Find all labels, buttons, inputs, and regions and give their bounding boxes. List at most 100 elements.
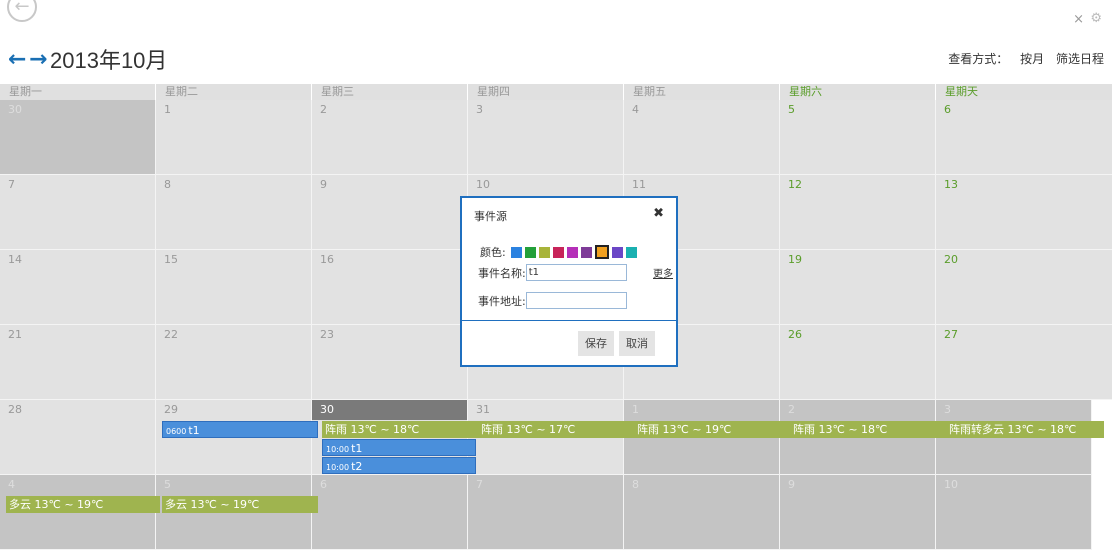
color-swatch[interactable]	[625, 246, 637, 258]
weather-event[interactable]: 多云 13℃ ~ 19℃	[162, 496, 318, 513]
day-cell[interactable]: 7	[0, 175, 156, 250]
weather-event[interactable]: 阵雨 13℃ ~ 18℃	[322, 421, 478, 438]
color-swatch[interactable]	[580, 246, 592, 258]
day-cell[interactable]: 21	[0, 325, 156, 400]
weather-event[interactable]: 多云 13℃ ~ 19℃	[6, 496, 160, 513]
color-label: 颜色:	[480, 246, 506, 259]
day-number: 27	[944, 328, 958, 341]
day-cell[interactable]: 28	[0, 400, 156, 475]
filter-schedule-button[interactable]: 筛选日程	[1056, 52, 1104, 66]
day-cell[interactable]: 9	[780, 475, 936, 550]
gear-icon[interactable]: ⚙	[1090, 11, 1102, 26]
save-button[interactable]: 保存	[578, 331, 614, 356]
day-number: 3	[476, 103, 483, 116]
color-swatch-selected[interactable]	[594, 245, 609, 259]
day-number: 2	[320, 103, 327, 116]
view-by-month-button[interactable]: 按月	[1020, 52, 1044, 66]
day-number: 15	[164, 253, 178, 266]
day-number: 21	[8, 328, 22, 341]
event-url-label: 事件地址:	[478, 294, 526, 308]
view-controls: 查看方式： 按月 筛选日程	[940, 50, 1104, 67]
day-number: 3	[944, 403, 951, 416]
day-cell[interactable]: 2	[312, 100, 468, 175]
event-url-input[interactable]	[525, 292, 627, 309]
day-cell[interactable]: 20	[936, 250, 1112, 325]
calendar-event[interactable]: 10:00 t1	[322, 439, 476, 456]
event-title: t1	[188, 424, 200, 437]
color-swatch[interactable]	[510, 246, 522, 258]
next-month-arrow-icon[interactable]: →	[29, 42, 47, 78]
cancel-button[interactable]: 取消	[619, 331, 655, 356]
weekday-label: 星期三	[312, 84, 468, 100]
day-cell[interactable]: 19	[780, 250, 936, 325]
color-swatch[interactable]	[538, 246, 550, 258]
day-cell[interactable]: 13	[936, 175, 1112, 250]
weather-event[interactable]: 阵雨 13℃ ~ 19℃	[634, 421, 790, 438]
weekday-label: 星期五	[624, 84, 780, 100]
day-cell[interactable]: 22	[156, 325, 312, 400]
event-time: 10:00	[326, 463, 350, 472]
day-cell[interactable]: 26	[780, 325, 936, 400]
day-cell[interactable]: 27	[936, 325, 1112, 400]
event-title: t2	[351, 460, 363, 473]
event-name-row: 事件名称:	[478, 264, 627, 281]
color-swatch[interactable]	[566, 246, 578, 258]
event-time: 0600	[166, 427, 187, 436]
day-number: 5	[788, 103, 795, 116]
event-source-dialog: 事件源 ✖ 颜色: 事件名称: 更多 事件地址: 保存 取消	[460, 196, 678, 367]
day-number: 29	[164, 403, 178, 416]
day-number: 7	[8, 178, 15, 191]
day-number: 10	[944, 478, 958, 491]
dialog-close-icon[interactable]: ✖	[653, 206, 664, 221]
month-title: 2013年10月	[50, 48, 168, 73]
day-cell[interactable]: 8	[624, 475, 780, 550]
day-cell[interactable]: 16	[312, 250, 468, 325]
day-number: 6	[944, 103, 951, 116]
close-icon[interactable]: ×	[1073, 12, 1084, 27]
day-number: 2	[788, 403, 795, 416]
day-cell[interactable]: 6	[312, 475, 468, 550]
day-cell[interactable]: 9	[312, 175, 468, 250]
day-number: 1	[632, 403, 639, 416]
weather-event[interactable]: 阵雨 13℃ ~ 17℃	[478, 421, 634, 438]
dialog-divider	[462, 320, 676, 321]
calendar-event[interactable]: 0600 t1	[162, 421, 318, 438]
weather-event[interactable]: 阵雨 13℃ ~ 18℃	[790, 421, 946, 438]
day-number: 10	[476, 178, 490, 191]
more-link[interactable]: 更多	[653, 265, 673, 280]
color-swatch[interactable]	[552, 246, 564, 258]
day-number: 16	[320, 253, 334, 266]
day-number: 31	[476, 403, 490, 416]
day-number: 30	[312, 400, 467, 420]
day-number: 14	[8, 253, 22, 266]
event-name-input[interactable]	[525, 264, 627, 281]
calendar-event[interactable]: 10:00 t2	[322, 457, 476, 474]
day-cell[interactable]: 3	[468, 100, 624, 175]
day-cell[interactable]: 5	[780, 100, 936, 175]
day-cell[interactable]: 23	[312, 325, 468, 400]
day-cell[interactable]: 14	[0, 250, 156, 325]
day-cell[interactable]: 8	[156, 175, 312, 250]
day-number: 20	[944, 253, 958, 266]
day-number: 13	[944, 178, 958, 191]
day-number: 8	[164, 178, 171, 191]
color-swatch[interactable]	[611, 246, 623, 258]
day-number: 30	[8, 103, 22, 116]
top-bar: ← × ⚙	[0, 0, 1112, 42]
day-number: 6	[320, 478, 327, 491]
day-cell[interactable]: 7	[468, 475, 624, 550]
day-cell[interactable]: 6	[936, 100, 1112, 175]
day-number: 9	[788, 478, 795, 491]
weather-event[interactable]: 阵雨转多云 13℃ ~ 18℃	[946, 421, 1104, 438]
day-cell[interactable]: 1	[156, 100, 312, 175]
day-cell[interactable]: 10	[936, 475, 1092, 550]
weekday-header: 星期一 星期二 星期三 星期四 星期五 星期六 星期天	[0, 84, 1112, 100]
day-cell[interactable]: 15	[156, 250, 312, 325]
day-number: 12	[788, 178, 802, 191]
day-cell[interactable]: 12	[780, 175, 936, 250]
prev-month-arrow-icon[interactable]: ←	[8, 42, 26, 78]
day-cell[interactable]: 4	[624, 100, 780, 175]
color-swatch[interactable]	[524, 246, 536, 258]
day-cell[interactable]: 30	[0, 100, 156, 175]
back-circle-icon[interactable]: ←	[7, 0, 37, 22]
